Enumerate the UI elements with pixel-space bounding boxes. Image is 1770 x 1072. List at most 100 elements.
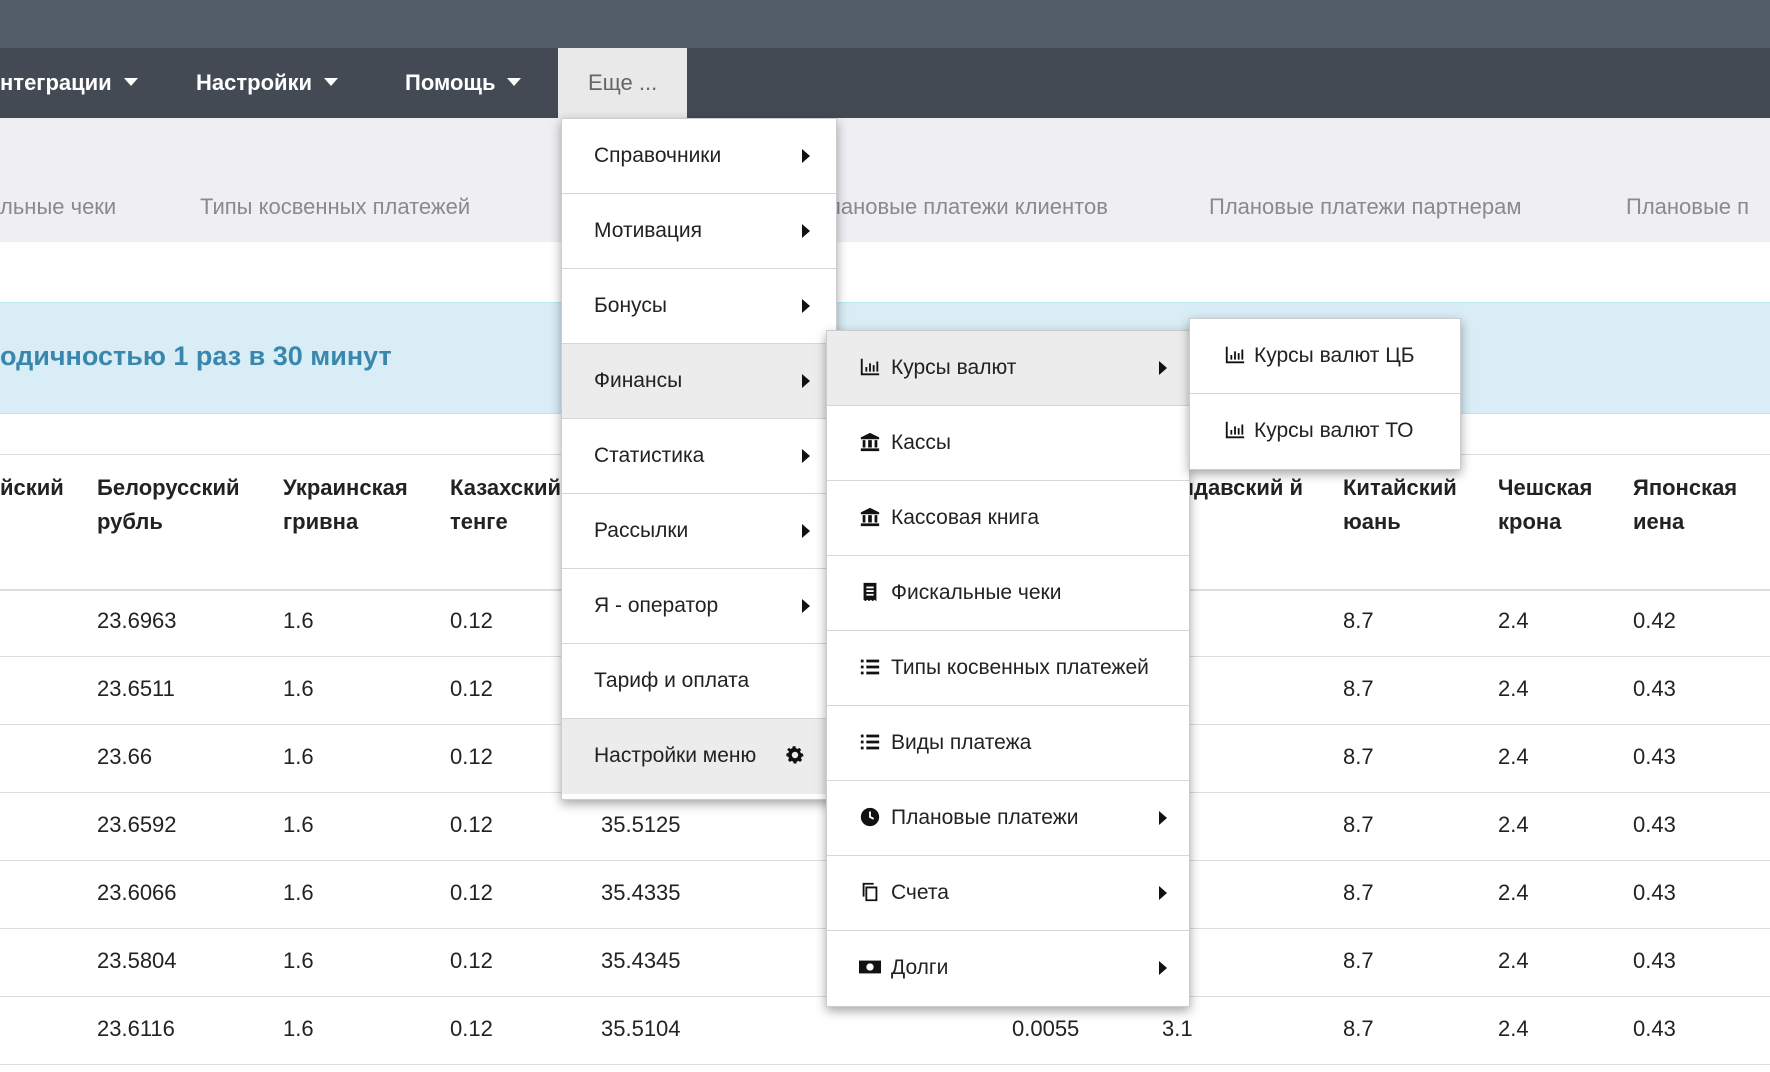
table-cell: 23.6116 [97,1016,175,1041]
menu-item-mailings[interactable]: Рассылки [562,494,836,569]
table-cell: 8.7 [1343,676,1374,701]
table-cell: 8.7 [1343,948,1374,973]
bar-chart-icon [1225,346,1245,364]
table-cell: 0.0055 [1012,1016,1080,1041]
menu-item-cb-rates[interactable]: Курсы валют ЦБ [1190,319,1460,394]
menu-item-label: Кассовая книга [891,506,1040,529]
table-cell: 23.6592 [97,812,177,837]
menu-item-tariff[interactable]: Тариф и оплата [562,644,836,719]
chevron-right-icon [1159,361,1167,375]
table-cell: 1.6 [283,676,314,701]
menu-item-finance[interactable]: Финансы [562,344,836,419]
menu-item-planned-payments[interactable]: Плановые платежи [827,781,1189,856]
bar-chart-icon [860,358,880,376]
nav-item-more[interactable]: Еще ... [558,48,688,118]
menu-item-label: Курсы валют ТО [1254,419,1414,442]
column-header: Белорусский рубль [97,475,240,534]
table-cell: 3.1 [1162,1016,1193,1041]
menu-item-label: Мотивация [594,219,703,242]
table-cell: 2.4 [1498,744,1529,769]
menu-item-cash-desks[interactable]: Кассы [827,406,1189,481]
menu-item-payment-kinds[interactable]: Виды платежа [827,706,1189,781]
currency-rates-submenu: Курсы валют ЦБ Курсы валют ТО [1189,318,1461,470]
chevron-right-icon [802,599,810,613]
menu-item-label: Курсы валют [891,356,1017,379]
menu-item-label: Тариф и оплата [594,669,750,692]
receipt-icon [863,582,877,602]
main-navbar: нтеграции Настройки Помощь Еще ... [0,48,1770,118]
menu-item-operator[interactable]: Я - оператор [562,569,836,644]
menu-item-label: Настройки меню [594,744,757,767]
menu-item-statistics[interactable]: Статистика [562,419,836,494]
table-cell: 1.6 [283,948,314,973]
table-cell: 1.6 [283,608,314,633]
bank-icon [860,432,880,452]
more-dropdown-menu: Справочники Мотивация Бонусы Финансы Ста… [561,118,837,800]
table-cell: 1.6 [283,812,314,837]
menu-item-label: Финансы [594,369,683,392]
menu-item-directories[interactable]: Справочники [562,119,836,194]
table-cell: 2.4 [1498,880,1529,905]
chevron-right-icon [802,524,810,538]
chevron-right-icon [1159,886,1167,900]
bar-chart-icon [1225,421,1245,439]
subnav-item-indirect-payment-types[interactable]: Типы косвенных платежей [200,194,470,220]
menu-item-label: Справочники [594,144,722,167]
alert-text: одичностью 1 раз в 30 минут [0,341,392,371]
table-cell: 2.4 [1498,948,1529,973]
menu-item-indirect-payment-types[interactable]: Типы косвенных платежей [827,631,1189,706]
top-bar [0,0,1770,48]
caret-down-icon [507,78,522,87]
list-icon [860,734,880,750]
chevron-right-icon [802,299,810,313]
nav-item-settings[interactable]: Настройки [196,48,339,118]
chevron-right-icon [802,374,810,388]
menu-item-label: Типы косвенных платежей [891,656,1149,679]
chevron-right-icon [1159,961,1167,975]
subnav-item-planned[interactable]: Плановые п [1626,194,1749,220]
chevron-right-icon [802,224,810,238]
column-header: Чешская крона [1498,475,1593,534]
copy-icon [862,882,878,902]
menu-item-motivation[interactable]: Мотивация [562,194,836,269]
menu-item-fiscal-receipts[interactable]: Фискальные чеки [827,556,1189,631]
column-header: лдавский й [1180,475,1304,500]
menu-item-cash-book[interactable]: Кассовая книга [827,481,1189,556]
subnav-item-client-planned-payments[interactable]: лановые платежи клиентов [828,194,1108,220]
menu-item-to-rates[interactable]: Курсы валют ТО [1190,394,1460,469]
subnav-item-partner-planned-payments[interactable]: Плановые платежи партнерам [1209,194,1522,220]
table-cell: 2.4 [1498,1016,1529,1041]
table-cell: 8.7 [1343,608,1374,633]
menu-item-label: Фискальные чеки [891,581,1062,604]
nav-item-label: Еще ... [588,70,658,95]
table-cell: 1.6 [283,1016,314,1041]
table-cell: 35.5104 [601,1016,681,1041]
table-cell: 1.6 [283,880,314,905]
subnav-item-fiscal-receipts[interactable]: льные чеки [0,194,116,220]
table-cell: 0.43 [1633,880,1676,905]
table-cell: 1.6 [283,744,314,769]
nav-item-integrations[interactable]: нтеграции [0,48,138,118]
menu-item-currency-rates[interactable]: Курсы валют [827,331,1189,406]
table-cell: 0.12 [450,744,493,769]
column-header: Японская иена [1633,475,1738,534]
menu-item-menu-settings[interactable]: Настройки меню [562,719,836,794]
table-cell: 2.4 [1498,812,1529,837]
table-cell: 0.42 [1633,608,1676,633]
chevron-right-icon [802,149,810,163]
menu-item-label: Статистика [594,444,705,467]
table-cell: 0.12 [450,1016,493,1041]
column-header: Китайский юань [1343,475,1457,534]
menu-item-bonuses[interactable]: Бонусы [562,269,836,344]
nav-item-help[interactable]: Помощь [405,48,522,118]
table-cell: 0.12 [450,812,493,837]
table-cell: 23.5804 [97,948,177,973]
menu-item-debts[interactable]: Долги [827,931,1189,1006]
menu-item-invoices[interactable]: Счета [827,856,1189,931]
table-cell: 0.12 [450,608,493,633]
menu-item-label: Плановые платежи [891,806,1079,829]
menu-item-label: Бонусы [594,294,667,317]
table-cell: 0.12 [450,948,493,973]
caret-down-icon [324,78,339,87]
nav-item-label: Настройки [196,70,313,95]
